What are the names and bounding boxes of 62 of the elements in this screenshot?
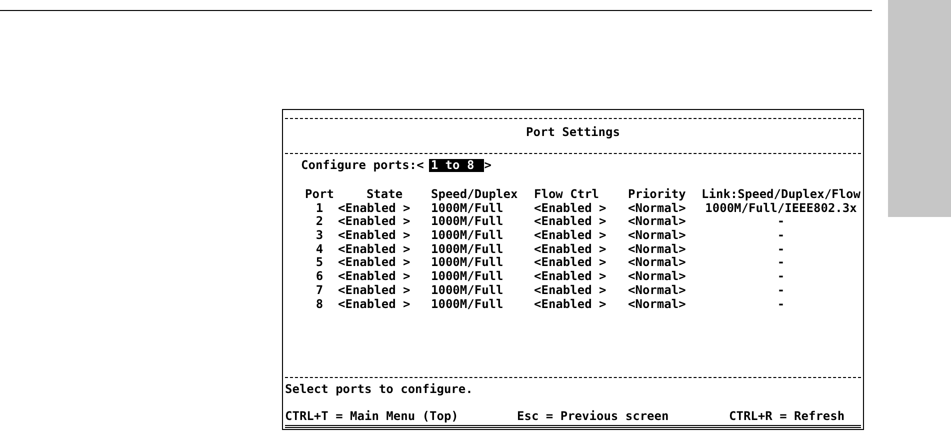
table-cell-text: 6 — [314, 270, 324, 284]
table-cell-text: 1000M/Full — [431, 270, 504, 284]
option-value[interactable]: <Enabled > — [534, 270, 628, 284]
table-cell-text: 1000M/Full — [431, 215, 504, 228]
shortcut-hint: CTRL+R = Refresh — [729, 410, 846, 423]
configure-label: Configure ports:< — [301, 159, 424, 172]
option-value[interactable]: <Enabled > — [534, 298, 628, 310]
option-value[interactable]: <Normal> — [628, 270, 701, 284]
table-cell-text: - — [776, 256, 786, 270]
table-cell-text: 1000M/Full/IEEE802.3x — [704, 202, 858, 215]
option-value[interactable]: <Enabled > — [534, 242, 628, 256]
table-cell-text: - — [776, 270, 786, 284]
table-cell-text: 1000M/Full — [431, 242, 504, 256]
table-cell-text: 1000M/Full — [431, 284, 504, 297]
shortcut-hint: CTRL+T = Main Menu (Top) — [285, 410, 460, 423]
table-cell-text: 1000M/Full — [431, 202, 504, 215]
option-value[interactable]: <Enabled > — [338, 215, 431, 228]
table-cell-text: - — [776, 215, 786, 228]
table-cell-text: - — [776, 284, 786, 297]
option-value[interactable]: <Enabled > — [534, 202, 628, 215]
table-cell-text: 2 — [314, 215, 324, 228]
option-value[interactable]: <Enabled > — [338, 202, 431, 215]
table-cell-text: - — [776, 229, 786, 242]
option-value[interactable]: <Normal> — [628, 215, 701, 228]
table-cell-text: 1000M/Full — [431, 298, 504, 310]
option-value[interactable]: <Enabled > — [338, 256, 431, 270]
column-header: Flow Ctrl — [534, 188, 600, 201]
column-header: State — [365, 188, 404, 201]
table-cell-text: - — [776, 242, 786, 256]
table-cell-text: 3 — [314, 229, 324, 242]
bracket-text: > — [484, 159, 492, 172]
screen-title: Port Settings — [526, 126, 620, 141]
table-cell-text: 8 — [314, 298, 324, 310]
option-value[interactable]: <Normal> — [628, 242, 701, 256]
option-value[interactable]: <Enabled > — [338, 242, 431, 256]
table-cell-text: 7 — [314, 284, 324, 297]
shortcut-hint: Esc = Previous screen — [517, 410, 670, 423]
option-value[interactable]: <Normal> — [628, 298, 701, 310]
table-cell-text: - — [776, 298, 786, 310]
option-value[interactable]: <Normal> — [628, 284, 701, 297]
column-header: Link:Speed/Duplex/Flow — [701, 188, 861, 201]
option-value[interactable]: <Enabled > — [338, 284, 431, 297]
option-value[interactable]: <Enabled > — [338, 298, 431, 310]
option-value[interactable]: <Enabled > — [534, 229, 628, 242]
option-value[interactable]: <Enabled > — [534, 284, 628, 297]
option-value[interactable]: <Enabled > — [338, 229, 431, 242]
table-cell-text: 4 — [314, 242, 324, 256]
table-cell-text: 5 — [314, 256, 324, 270]
table-cell-text: 1 — [314, 202, 324, 215]
table-cell-text: 1000M/Full — [431, 229, 504, 242]
column-header: Priority — [628, 188, 687, 201]
column-header: Speed/Duplex — [431, 188, 519, 201]
column-header: Port — [304, 188, 335, 201]
ports-field[interactable]: 1 to 8 — [428, 159, 484, 172]
option-value[interactable]: <Normal> — [628, 202, 701, 215]
option-value[interactable]: <Normal> — [628, 229, 701, 242]
option-value[interactable]: <Normal> — [628, 256, 701, 270]
status-message: Select ports to configure. — [285, 383, 473, 396]
option-value[interactable]: <Enabled > — [338, 270, 431, 284]
table-cell-text: 1000M/Full — [431, 256, 504, 270]
option-value[interactable]: <Enabled > — [534, 215, 628, 228]
option-value[interactable]: <Enabled > — [534, 256, 628, 270]
